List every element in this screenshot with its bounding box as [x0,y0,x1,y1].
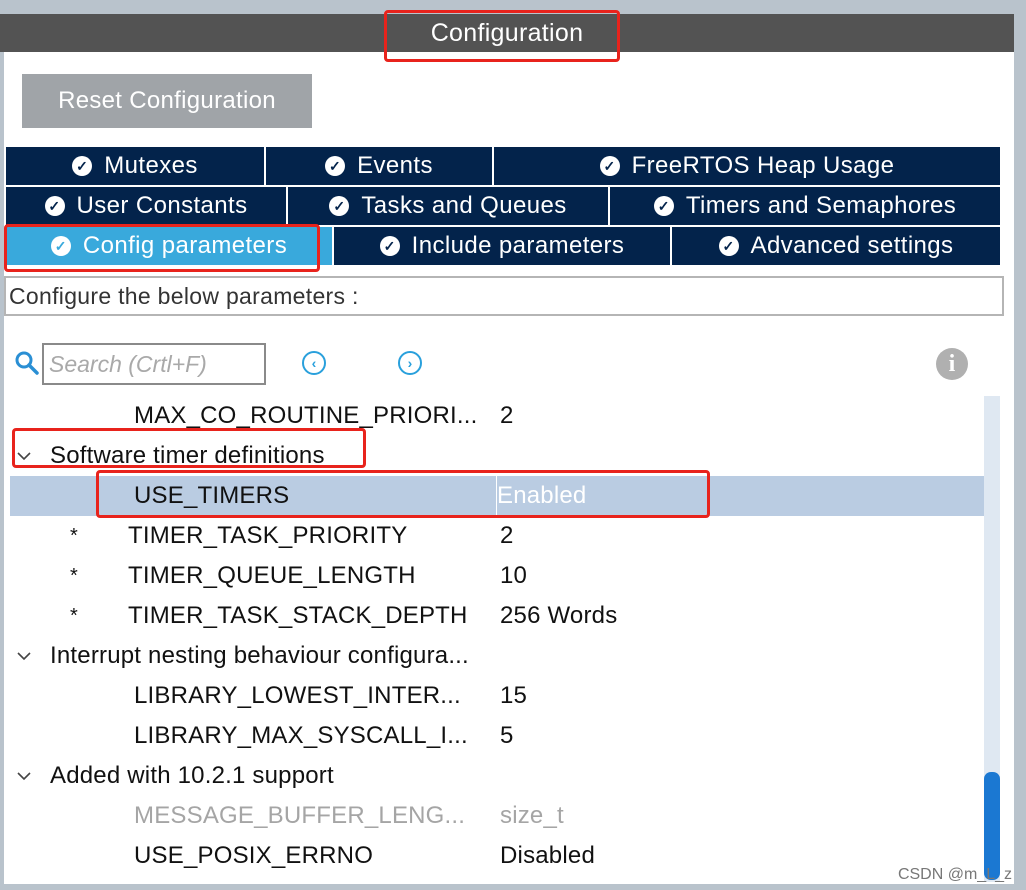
param-value[interactable]: 2 [500,516,514,556]
row-highlight-box [96,470,710,518]
modified-marker: * [70,525,78,547]
check-circle-icon: ✓ [329,196,350,216]
tab-row-2: ✓ User Constants ✓ Tasks and Queues ✓ Ti… [6,187,1000,225]
tree-group-interrupt-nesting[interactable]: Interrupt nesting behaviour configura... [10,636,984,676]
param-name: TIMER_TASK_PRIORITY [128,522,408,549]
tab-label: Include parameters [411,232,625,259]
tab-label: User Constants [76,192,248,219]
check-circle-icon: ✓ [44,196,65,216]
param-name: MESSAGE_BUFFER_LENG... [134,802,466,829]
tab-freertos-heap-usage[interactable]: ✓ FreeRTOS Heap Usage [494,147,1000,185]
parameters-description: Configure the below parameters : [4,276,1004,316]
check-circle-icon: ✓ [379,236,400,256]
param-name: LIBRARY_MAX_SYSCALL_I... [134,722,468,749]
param-name: LIBRARY_LOWEST_INTER... [134,682,461,709]
search-icon[interactable] [14,350,40,376]
info-icon[interactable]: i [936,348,968,380]
modified-marker: * [70,565,78,587]
tab-row-1: ✓ Mutexes ✓ Events ✓ FreeRTOS Heap Usage [6,147,1000,185]
tab-label: Events [357,152,433,179]
param-name: TIMER_TASK_STACK_DEPTH [128,602,468,629]
search-next-icon[interactable]: › [398,351,422,375]
param-value[interactable]: 256 Words [500,596,617,636]
tree-group-added-with-10-2-1[interactable]: Added with 10.2.1 support [10,756,984,796]
param-value[interactable]: Disabled [500,836,595,876]
check-circle-icon: ✓ [72,156,93,176]
param-name: USE_POSIX_ERRNO [134,842,374,869]
tab-label: Tasks and Queues [361,192,567,219]
check-circle-icon: ✓ [653,196,674,216]
reset-configuration-button[interactable]: Reset Configuration [22,74,312,128]
tree-row-timer-queue-length[interactable]: * TIMER_QUEUE_LENGTH 10 [10,556,984,596]
tab-include-parameters[interactable]: ✓ Include parameters [334,227,672,265]
param-value[interactable]: 5 [500,716,514,756]
param-value[interactable]: 15 [500,676,527,716]
param-name: TIMER_QUEUE_LENGTH [128,562,416,589]
tree-row-library-lowest-interrupt[interactable]: LIBRARY_LOWEST_INTER... 15 [10,676,984,716]
group-highlight-box [12,428,366,468]
chevron-down-icon[interactable] [16,768,32,784]
search-previous-icon[interactable]: ‹ [302,351,326,375]
title-highlight-box [384,10,620,62]
window-right-edge [1014,0,1026,890]
tab-label: Mutexes [104,152,198,179]
check-circle-icon: ✓ [718,236,739,256]
param-value: size_t [500,802,564,829]
tree-row-message-buffer-length[interactable]: MESSAGE_BUFFER_LENG... size_t [10,796,984,836]
modified-marker: * [70,605,78,627]
check-circle-icon: ✓ [599,156,620,176]
tree-row-timer-task-stack-depth[interactable]: * TIMER_TASK_STACK_DEPTH 256 Words [10,596,984,636]
tab-label: FreeRTOS Heap Usage [631,152,895,179]
chevron-down-icon[interactable] [16,648,32,664]
tree-row-timer-task-priority[interactable]: * TIMER_TASK_PRIORITY 2 [10,516,984,556]
active-tab-highlight-box [4,224,320,272]
search-input[interactable] [42,343,266,385]
param-value[interactable]: 10 [500,556,527,596]
tab-label: Advanced settings [750,232,954,259]
tab-label: Timers and Semaphores [685,192,957,219]
check-circle-icon: ✓ [325,156,346,176]
group-label: Added with 10.2.1 support [50,762,334,789]
tab-timers-and-semaphores[interactable]: ✓ Timers and Semaphores [610,187,1000,225]
scrollbar-thumb[interactable] [984,772,1000,880]
tab-user-constants[interactable]: ✓ User Constants [6,187,288,225]
tab-mutexes[interactable]: ✓ Mutexes [6,147,266,185]
tree-row-use-posix-errno[interactable]: USE_POSIX_ERRNO Disabled [10,836,984,876]
parameter-tree: MAX_CO_ROUTINE_PRIORI... 2 Software time… [10,396,984,880]
param-value[interactable]: 2 [500,396,514,436]
group-label: Interrupt nesting behaviour configura... [50,642,469,669]
tree-row-library-max-syscall[interactable]: LIBRARY_MAX_SYSCALL_I... 5 [10,716,984,756]
window-bottom-edge [0,884,1026,890]
tab-tasks-and-queues[interactable]: ✓ Tasks and Queues [288,187,610,225]
window-left-edge [0,0,4,890]
watermark: CSDN @m_L_z [897,866,1012,883]
tab-advanced-settings[interactable]: ✓ Advanced settings [672,227,1000,265]
tab-events[interactable]: ✓ Events [266,147,494,185]
